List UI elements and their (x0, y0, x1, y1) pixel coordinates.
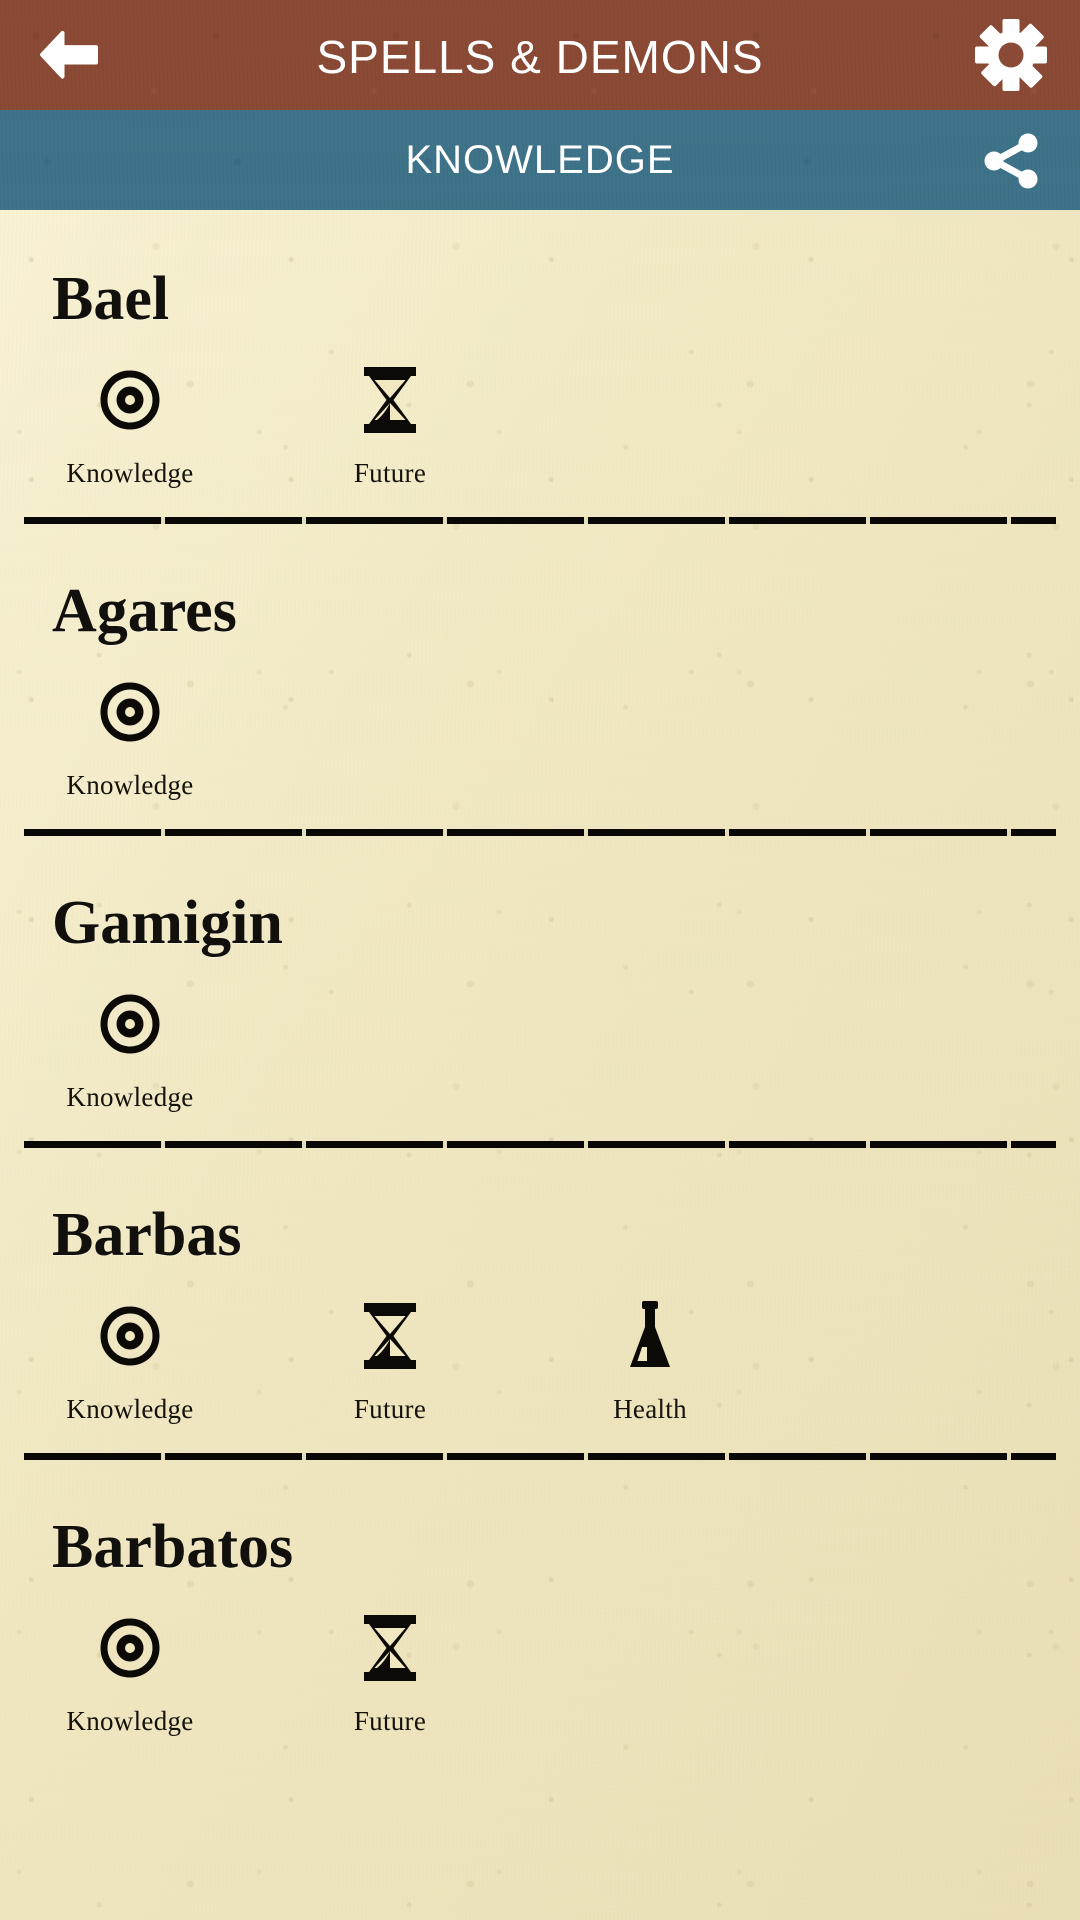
trait-label: Health (613, 1394, 687, 1424)
settings-button[interactable] (972, 16, 1050, 94)
demon-name: Agares (52, 577, 237, 645)
trait-knowledge[interactable]: Knowledge (0, 988, 260, 1113)
demon-list: Bael Knowledge Future Agares Knowledge G… (0, 210, 1080, 1737)
hourglass-icon (362, 1612, 418, 1684)
title-bar: SPELLS & DEMONS (0, 0, 1080, 110)
eye-icon (99, 988, 161, 1060)
trait-label: Future (353, 1706, 427, 1736)
app-root: SPELLS & DEMONS KNOWLEDGE Bael Knowledge… (0, 0, 1080, 1920)
trait-label: Knowledge (66, 458, 194, 488)
trait-label: Knowledge (66, 770, 194, 800)
trait-health[interactable]: Health (520, 1300, 780, 1425)
hourglass-icon (362, 1300, 418, 1372)
gear-icon (975, 19, 1047, 91)
eye-icon (99, 364, 161, 436)
hourglass-icon (362, 364, 418, 436)
row-divider (24, 1453, 1056, 1460)
row-divider (24, 829, 1056, 836)
demon-name: Barbatos (52, 1513, 294, 1581)
list-item[interactable]: Barbas Knowledge Future Health (0, 1204, 1080, 1516)
trait-empty (520, 1612, 780, 1737)
trait-future[interactable]: Future (260, 364, 520, 489)
list-item[interactable]: Gamigin Knowledge (0, 892, 1080, 1204)
eye-icon (99, 1612, 161, 1684)
trait-future[interactable]: Future (260, 1612, 520, 1737)
page-title: SPELLS & DEMONS (316, 31, 764, 83)
trait-label: Future (353, 458, 427, 488)
section-title: KNOWLEDGE (405, 138, 675, 182)
back-button[interactable] (34, 24, 104, 86)
trait-label: Knowledge (66, 1082, 194, 1112)
trait-empty (780, 364, 1040, 489)
demon-name: Gamigin (52, 889, 283, 957)
trait-label: Knowledge (66, 1394, 194, 1424)
trait-empty (260, 988, 520, 1113)
trait-empty (780, 676, 1040, 801)
trait-empty (520, 676, 780, 801)
trait-label: Future (353, 1394, 427, 1424)
section-bar: KNOWLEDGE (0, 110, 1080, 210)
share-icon (984, 133, 1038, 189)
trait-label: Knowledge (66, 1706, 194, 1736)
trait-empty (520, 988, 780, 1113)
eye-icon (99, 676, 161, 748)
back-arrow-icon (40, 31, 98, 79)
list-item[interactable]: Barbatos Knowledge Future (0, 1516, 1080, 1737)
trait-future[interactable]: Future (260, 1300, 520, 1425)
trait-empty (780, 1612, 1040, 1737)
demon-name: Barbas (52, 1201, 242, 1269)
trait-empty (520, 364, 780, 489)
list-item[interactable]: Bael Knowledge Future (0, 268, 1080, 580)
list-item[interactable]: Agares Knowledge (0, 580, 1080, 892)
trait-empty (780, 1300, 1040, 1425)
trait-row: Knowledge (0, 988, 1080, 1113)
trait-knowledge[interactable]: Knowledge (0, 1300, 260, 1425)
trait-knowledge[interactable]: Knowledge (0, 364, 260, 489)
trait-row: Knowledge (0, 1300, 1080, 1425)
trait-empty (260, 676, 520, 801)
trait-empty (780, 988, 1040, 1113)
trait-knowledge[interactable]: Knowledge (0, 1612, 260, 1737)
row-divider (24, 517, 1056, 524)
row-divider (24, 1141, 1056, 1148)
trait-row: Knowledge (0, 1612, 1080, 1737)
flask-icon (622, 1300, 678, 1372)
share-button[interactable] (980, 128, 1046, 194)
demon-name: Bael (52, 265, 170, 333)
trait-row: Knowledge (0, 676, 1080, 801)
trait-knowledge[interactable]: Knowledge (0, 676, 260, 801)
trait-row: Knowledge (0, 364, 1080, 489)
eye-icon (99, 1300, 161, 1372)
